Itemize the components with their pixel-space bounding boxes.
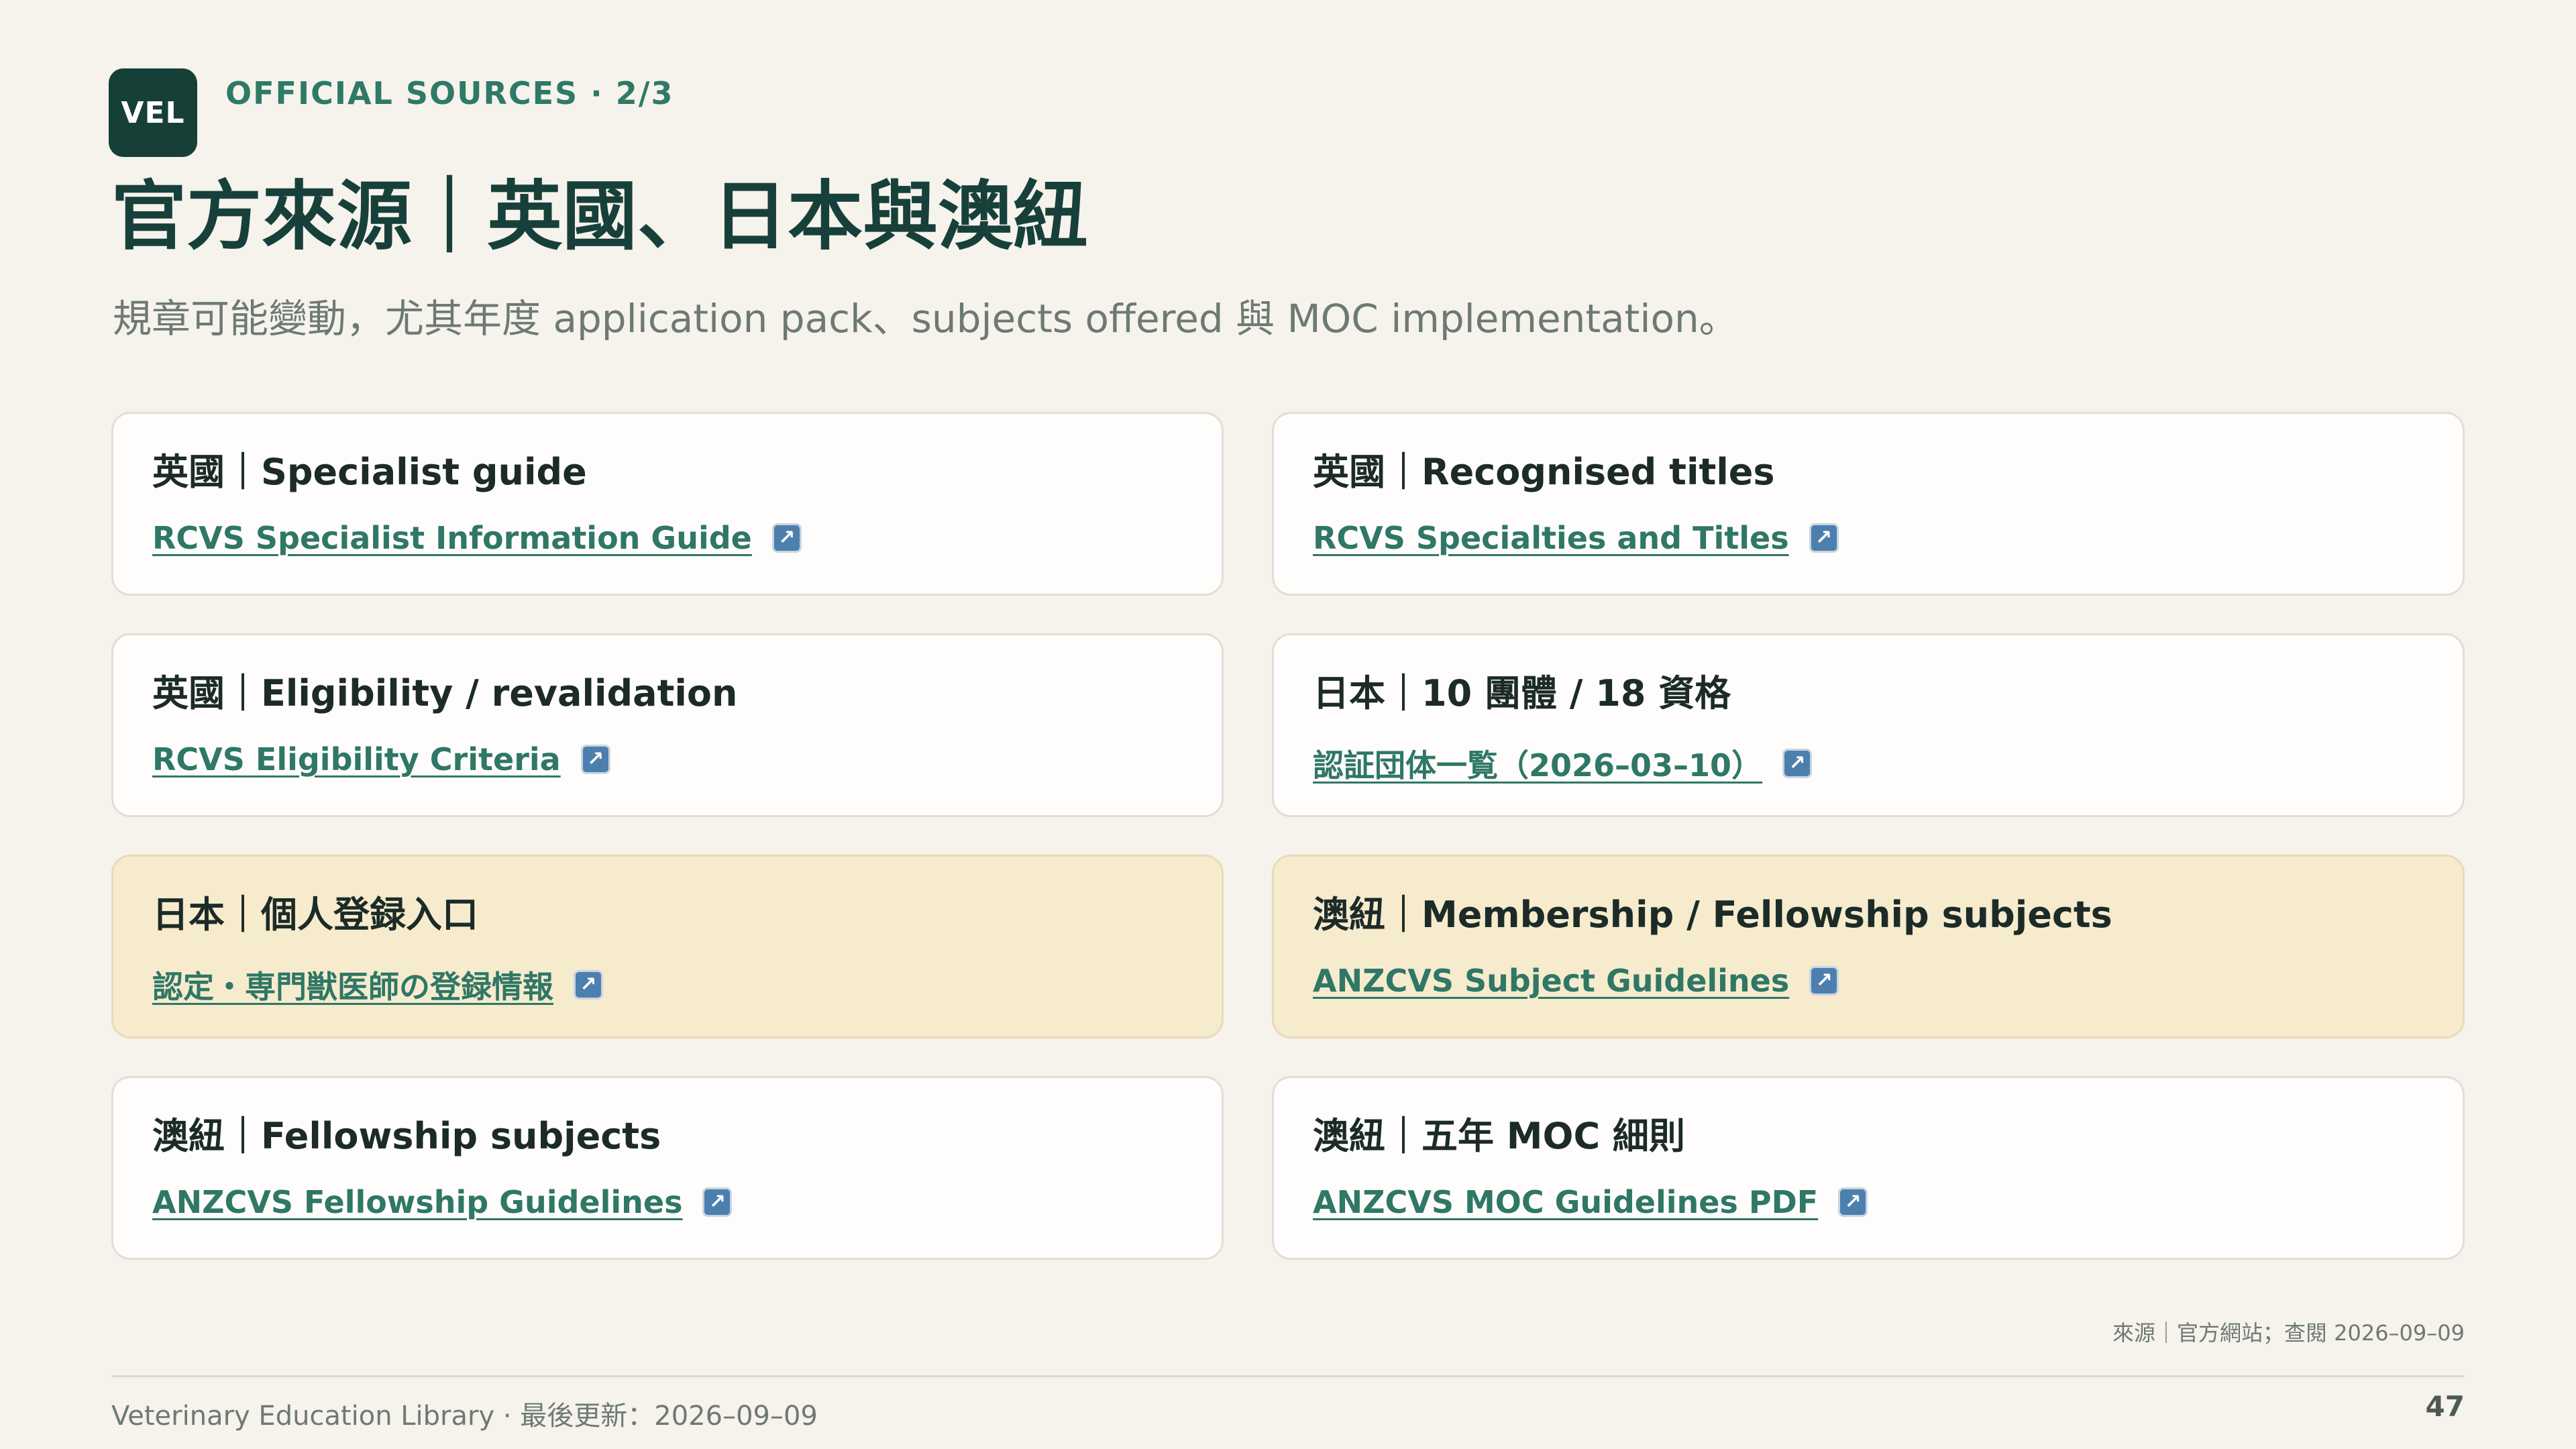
source-link[interactable]: RCVS Eligibility Criteria	[152, 741, 561, 777]
external-link-icon[interactable]: ↗	[574, 970, 603, 1000]
source-link[interactable]: RCVS Specialist Information Guide	[152, 520, 752, 556]
card-title: 日本｜10 團體 / 18 資格	[1313, 672, 1731, 714]
card-title: 澳紐｜Fellowship subjects	[152, 1115, 661, 1157]
source-link[interactable]: 認証団体一覧（2026–03–10）	[1313, 741, 1762, 786]
source-card-highlighted: 澳紐｜Membership / Fellowship subjects ANZC…	[1272, 855, 2465, 1038]
card-title: 英國｜Specialist guide	[152, 451, 587, 493]
external-link-icon[interactable]: ↗	[771, 523, 802, 553]
card-link-row: ANZCVS Fellowship Guidelines ↗	[152, 1184, 733, 1220]
page-subtitle: 規章可能變動，尤其年度 application pack、subjects of…	[113, 296, 1738, 341]
section-eyebrow: OFFICIAL SOURCES · 2/3	[225, 75, 674, 111]
card-link-row: ANZCVS MOC Guidelines PDF ↗	[1313, 1184, 1868, 1220]
card-link-row: RCVS Specialties and Titles ↗	[1313, 520, 1839, 556]
card-title: 英國｜Eligibility / revalidation	[152, 672, 738, 714]
card-title: 澳紐｜Membership / Fellowship subjects	[1313, 894, 2112, 936]
card-title: 日本｜個人登録入口	[152, 894, 478, 936]
source-link[interactable]: ANZCVS MOC Guidelines PDF	[1313, 1184, 1818, 1220]
page-title: 官方來源｜英國、日本與澳紐	[111, 173, 1088, 260]
external-link-icon[interactable]: ↗	[1809, 966, 1839, 996]
logo-text: VEL	[121, 95, 185, 130]
external-link-icon[interactable]: ↗	[1838, 1187, 1868, 1217]
card-link-row: 認定・専門獣医師の登録情報 ↗	[152, 963, 603, 1007]
source-card: 英國｜Eligibility / revalidation RCVS Eligi…	[111, 633, 1224, 817]
source-card: 澳紐｜五年 MOC 細則 ANZCVS MOC Guidelines PDF ↗	[1272, 1076, 2465, 1260]
source-card: 澳紐｜Fellowship subjects ANZCVS Fellowship…	[111, 1076, 1224, 1260]
source-card: 英國｜Recognised titles RCVS Specialties an…	[1272, 412, 2465, 596]
page-number: 47	[2425, 1390, 2465, 1423]
card-link-row: RCVS Eligibility Criteria ↗	[152, 741, 610, 777]
source-card-highlighted: 日本｜個人登録入口 認定・専門獣医師の登録情報 ↗	[111, 855, 1224, 1038]
source-card: 日本｜10 團體 / 18 資格 認証団体一覧（2026–03–10） ↗	[1272, 633, 2465, 817]
source-link[interactable]: ANZCVS Fellowship Guidelines	[152, 1184, 682, 1220]
external-link-icon[interactable]: ↗	[1809, 523, 1839, 553]
card-link-row: 認証団体一覧（2026–03–10） ↗	[1313, 741, 1813, 786]
card-title: 澳紐｜五年 MOC 細則	[1313, 1115, 1685, 1157]
card-link-row: ANZCVS Subject Guidelines ↗	[1313, 963, 1839, 999]
footer-text: Veterinary Education Library · 最後更新：2026…	[111, 1401, 818, 1432]
source-card-grid: 英國｜Specialist guide RCVS Specialist Info…	[111, 412, 2465, 1260]
source-note: 來源｜官方網站；查閱 2026–09–09	[2112, 1320, 2465, 1346]
source-card: 英國｜Specialist guide RCVS Specialist Info…	[111, 412, 1224, 596]
footer-divider	[111, 1375, 2465, 1377]
card-link-row: RCVS Specialist Information Guide ↗	[152, 520, 802, 556]
external-link-icon[interactable]: ↗	[1782, 749, 1813, 778]
vel-logo: VEL	[109, 68, 197, 157]
external-link-icon[interactable]: ↗	[580, 745, 610, 774]
source-link[interactable]: RCVS Specialties and Titles	[1313, 520, 1789, 556]
external-link-icon[interactable]: ↗	[702, 1187, 733, 1217]
source-link[interactable]: 認定・専門獣医師の登録情報	[152, 963, 553, 1007]
source-link[interactable]: ANZCVS Subject Guidelines	[1313, 963, 1789, 999]
card-title: 英國｜Recognised titles	[1313, 451, 1775, 493]
